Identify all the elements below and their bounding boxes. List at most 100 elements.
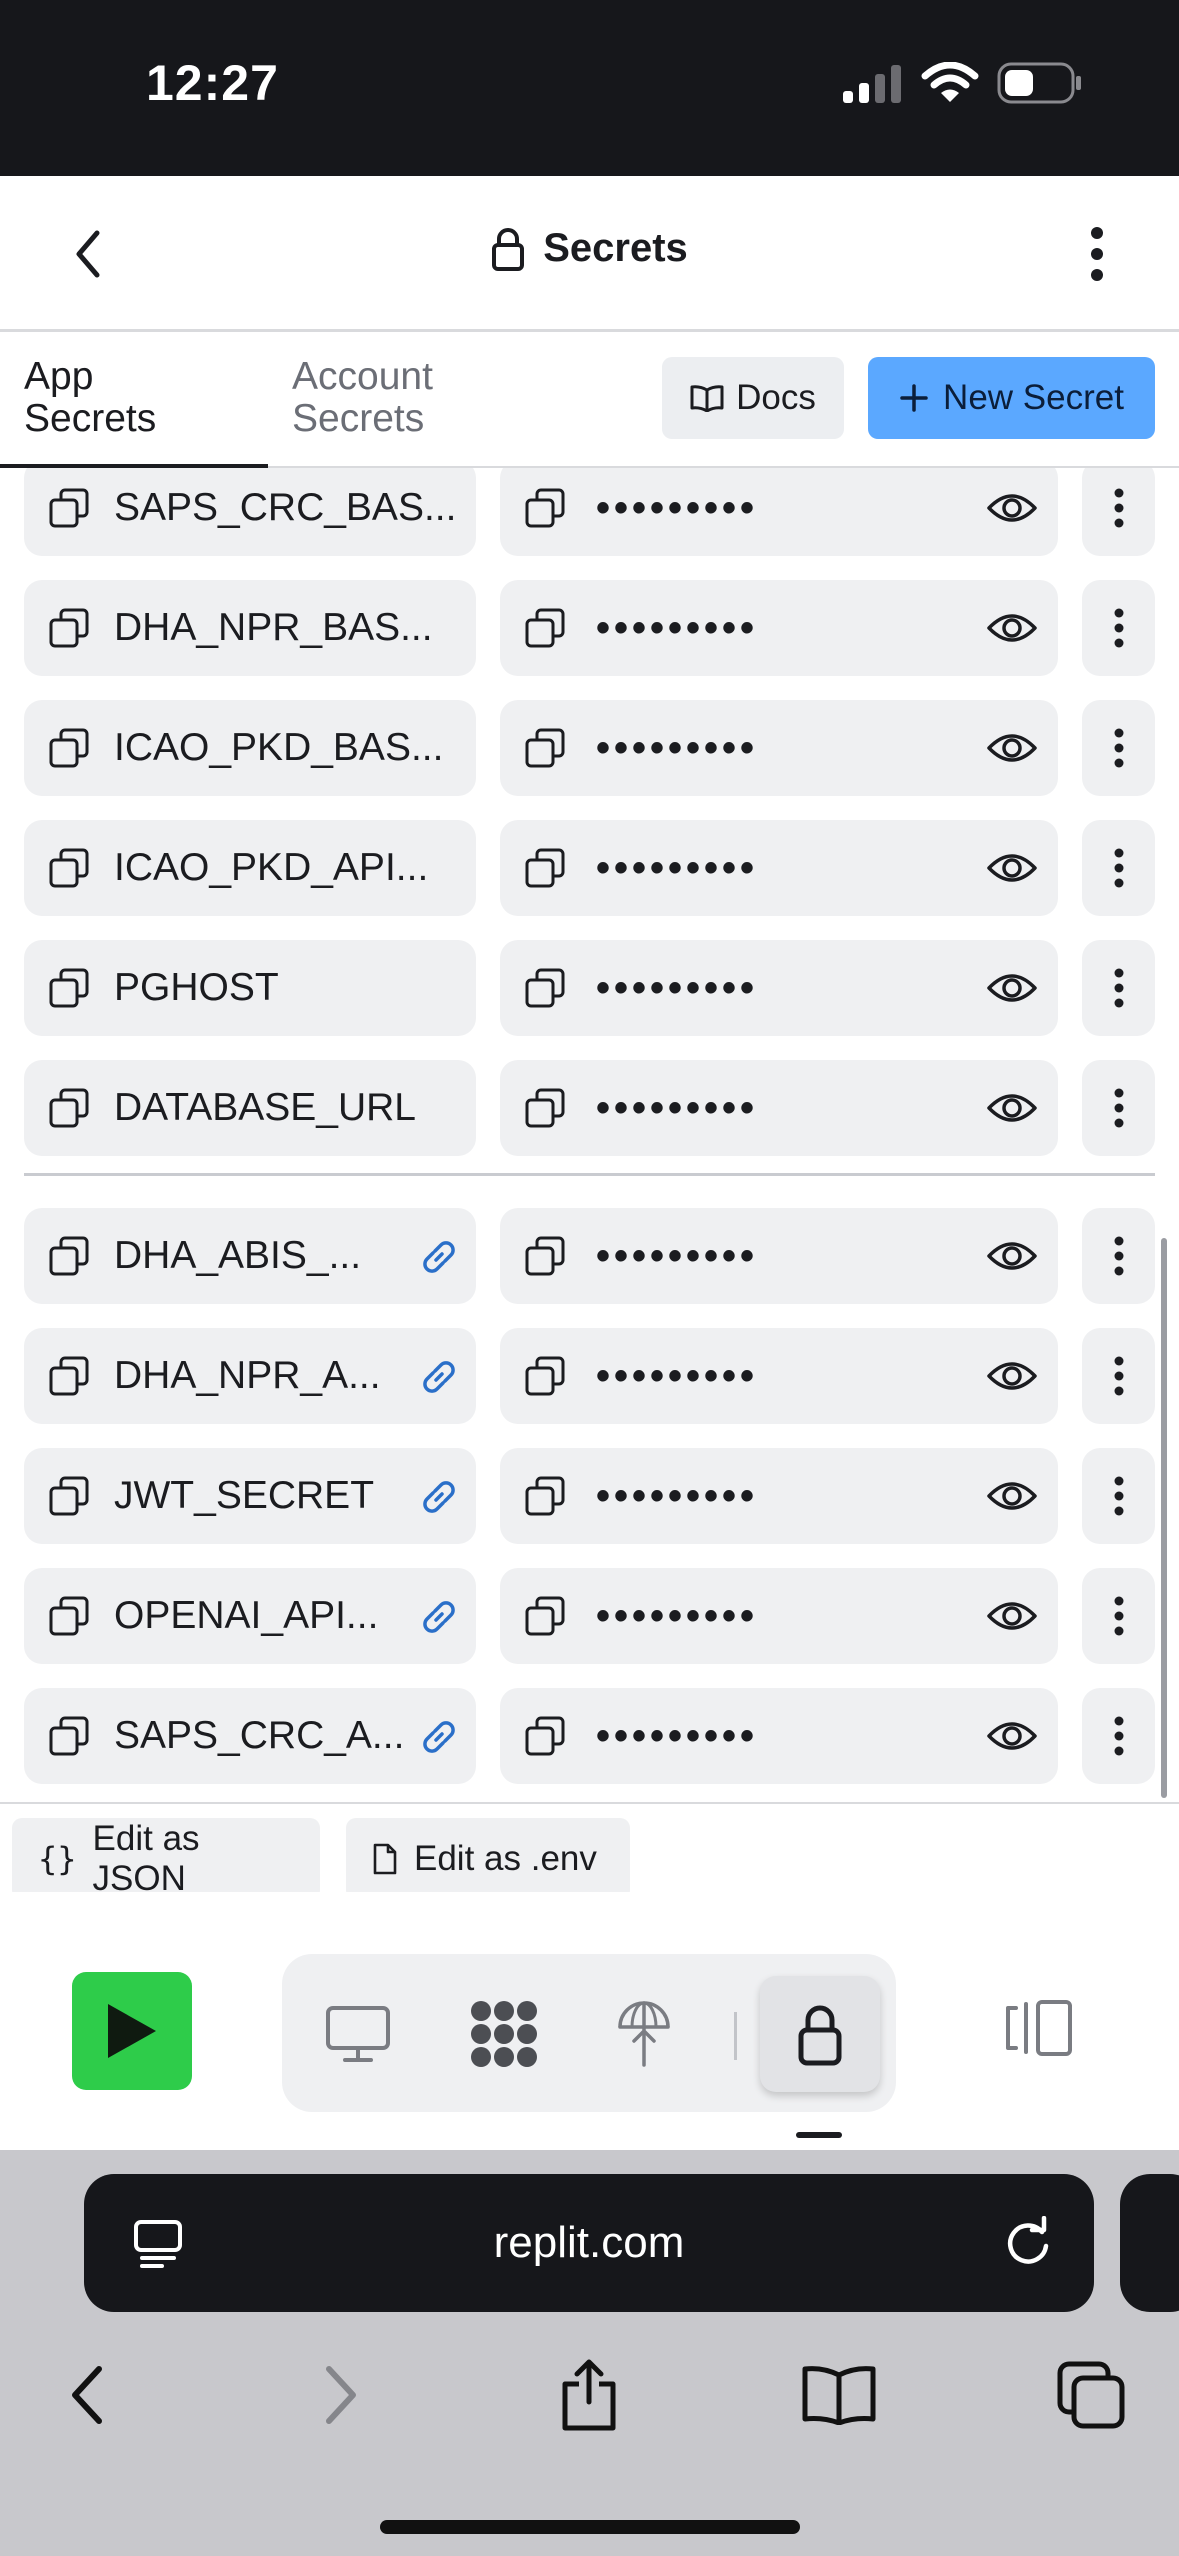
tabs-button[interactable]	[1046, 2350, 1136, 2440]
copy-key-icon[interactable]	[48, 1355, 90, 1397]
copy-value-icon[interactable]	[524, 487, 566, 529]
copy-key-icon[interactable]	[48, 967, 90, 1009]
reload-icon[interactable]	[1002, 2216, 1054, 2270]
page-menu-icon[interactable]	[132, 2218, 184, 2270]
next-tab-peek[interactable]	[1120, 2174, 1179, 2312]
more-options-button[interactable]	[1077, 224, 1117, 284]
link-icon[interactable]	[416, 1234, 462, 1280]
edit-as-json-button[interactable]: {} Edit as JSON	[12, 1818, 320, 1900]
split-pane-button[interactable]	[1002, 1998, 1074, 2063]
secret-value-field[interactable]: •••••••••	[500, 1448, 1058, 1544]
docs-button[interactable]: Docs	[662, 357, 844, 439]
tab-account-secrets[interactable]: Account Secrets	[292, 356, 433, 440]
tool-webview[interactable]	[306, 1982, 410, 2086]
secret-key-field[interactable]: DHA_NPR_A...	[24, 1328, 476, 1424]
copy-value-icon[interactable]	[524, 1715, 566, 1757]
tool-workflows[interactable]	[452, 1982, 556, 2086]
bookmarks-button[interactable]	[794, 2350, 884, 2440]
browser-forward-button[interactable]	[296, 2350, 386, 2440]
copy-key-icon[interactable]	[48, 1087, 90, 1129]
tabs-icon	[1057, 2361, 1125, 2429]
copy-value-icon[interactable]	[524, 1087, 566, 1129]
copy-key-icon[interactable]	[48, 727, 90, 769]
secret-value-field[interactable]: •••••••••	[500, 580, 1058, 676]
copy-value-icon[interactable]	[524, 967, 566, 1009]
browser-back-button[interactable]	[42, 2350, 132, 2440]
link-icon[interactable]	[416, 1714, 462, 1760]
tool-deployments[interactable]	[592, 1982, 696, 2086]
secret-row-menu-button[interactable]	[1082, 1448, 1155, 1544]
secret-row-menu-button[interactable]	[1082, 1568, 1155, 1664]
copy-value-icon[interactable]	[524, 1595, 566, 1637]
run-button[interactable]	[72, 1972, 192, 2090]
secret-value-field[interactable]: •••••••••	[500, 468, 1058, 556]
copy-key-icon[interactable]	[48, 607, 90, 649]
eye-icon[interactable]	[986, 602, 1038, 654]
copy-value-icon[interactable]	[524, 1235, 566, 1277]
secret-key-field[interactable]: OPENAI_API...	[24, 1568, 476, 1664]
tab-app-secrets[interactable]: App Secrets	[24, 356, 156, 440]
eye-icon[interactable]	[986, 482, 1038, 534]
copy-key-icon[interactable]	[48, 1475, 90, 1517]
secret-value-field[interactable]: •••••••••	[500, 1208, 1058, 1304]
copy-value-icon[interactable]	[524, 1475, 566, 1517]
link-icon[interactable]	[416, 1594, 462, 1640]
eye-icon[interactable]	[986, 1710, 1038, 1762]
secret-row-menu-button[interactable]	[1082, 1688, 1155, 1784]
secret-key-field[interactable]: SAPS_CRC_A...	[24, 1688, 476, 1784]
chevron-right-icon	[326, 2366, 356, 2424]
secret-value-field[interactable]: •••••••••	[500, 1688, 1058, 1784]
tool-secrets[interactable]	[760, 1976, 880, 2092]
secret-row-menu-button[interactable]	[1082, 1328, 1155, 1424]
secret-value-field[interactable]: •••••••••	[500, 1568, 1058, 1664]
eye-icon[interactable]	[986, 1590, 1038, 1642]
eye-icon[interactable]	[986, 1082, 1038, 1134]
secret-value-field[interactable]: •••••••••	[500, 700, 1058, 796]
secret-row-menu-button[interactable]	[1082, 700, 1155, 796]
secret-value-field[interactable]: •••••••••	[500, 820, 1058, 916]
secret-key-field[interactable]: PGHOST	[24, 940, 476, 1036]
copy-key-icon[interactable]	[48, 847, 90, 889]
eye-icon[interactable]	[986, 962, 1038, 1014]
secret-value-masked: •••••••••	[596, 1593, 759, 1638]
secret-key-text: OPENAI_API...	[114, 1594, 379, 1637]
secret-value-field[interactable]: •••••••••	[500, 940, 1058, 1036]
edit-as-env-button[interactable]: Edit as .env	[346, 1818, 630, 1900]
eye-icon[interactable]	[986, 842, 1038, 894]
new-secret-button[interactable]: New Secret	[868, 357, 1155, 439]
secrets-list[interactable]: SAPS_CRC_BAS... ••••••••• DHA_NPR_BAS...…	[0, 468, 1179, 1802]
secret-key-field[interactable]: SAPS_CRC_BAS...	[24, 468, 476, 556]
secret-value-field[interactable]: •••••••••	[500, 1328, 1058, 1424]
secret-row-menu-button[interactable]	[1082, 580, 1155, 676]
url-bar[interactable]: replit.com	[84, 2174, 1094, 2312]
secret-row: PGHOST •••••••••	[0, 940, 1179, 1036]
secret-key-field[interactable]: DATABASE_URL	[24, 1060, 476, 1156]
link-icon[interactable]	[416, 1354, 462, 1400]
eye-icon[interactable]	[986, 1470, 1038, 1522]
page-title: Secrets	[0, 226, 1179, 271]
copy-value-icon[interactable]	[524, 607, 566, 649]
eye-icon[interactable]	[986, 1350, 1038, 1402]
secret-key-field[interactable]: ICAO_PKD_API...	[24, 820, 476, 916]
secret-value-field[interactable]: •••••••••	[500, 1060, 1058, 1156]
copy-key-icon[interactable]	[48, 487, 90, 529]
copy-key-icon[interactable]	[48, 1715, 90, 1757]
secret-row-menu-button[interactable]	[1082, 940, 1155, 1036]
secret-row-menu-button[interactable]	[1082, 820, 1155, 916]
link-icon[interactable]	[416, 1474, 462, 1520]
copy-key-icon[interactable]	[48, 1235, 90, 1277]
eye-icon[interactable]	[986, 722, 1038, 774]
secret-key-field[interactable]: ICAO_PKD_BAS...	[24, 700, 476, 796]
eye-icon[interactable]	[986, 1230, 1038, 1282]
copy-value-icon[interactable]	[524, 1355, 566, 1397]
secret-row-menu-button[interactable]	[1082, 1060, 1155, 1156]
secret-key-field[interactable]: DHA_NPR_BAS...	[24, 580, 476, 676]
secret-key-field[interactable]: DHA_ABIS_...	[24, 1208, 476, 1304]
copy-value-icon[interactable]	[524, 727, 566, 769]
secret-key-field[interactable]: JWT_SECRET	[24, 1448, 476, 1544]
copy-key-icon[interactable]	[48, 1595, 90, 1637]
secret-row-menu-button[interactable]	[1082, 1208, 1155, 1304]
secret-row-menu-button[interactable]	[1082, 468, 1155, 556]
share-button[interactable]	[544, 2350, 634, 2440]
copy-value-icon[interactable]	[524, 847, 566, 889]
